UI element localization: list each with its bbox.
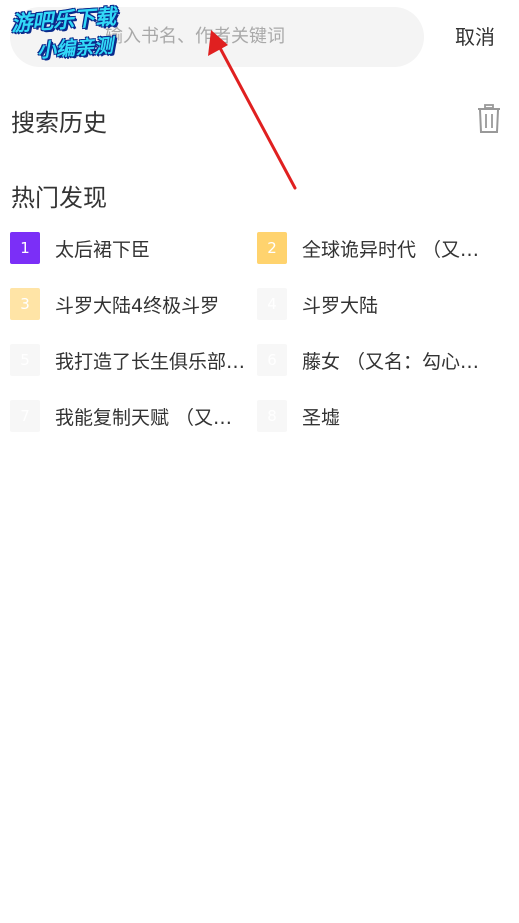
rank-badge: 7 (10, 400, 40, 432)
rank-badge: 2 (257, 232, 287, 264)
hot-item-title: 藤女 （又名：勾心斗角） (302, 350, 498, 373)
rank-badge: 3 (10, 288, 40, 320)
hot-item-title: 圣墟 (302, 406, 341, 429)
hot-item-5[interactable]: 5 我打造了长生俱乐部（又名） (10, 343, 256, 377)
rank-badge: 6 (257, 344, 287, 376)
hot-item-8[interactable]: 8 圣墟 (257, 399, 503, 433)
trash-icon[interactable] (477, 104, 501, 134)
hot-item-6[interactable]: 6 藤女 （又名：勾心斗角） (257, 343, 503, 377)
hot-item-title: 全球诡异时代 （又名：诡异入侵） (302, 238, 498, 261)
rank-badge: 1 (10, 232, 40, 264)
hot-item-title: 太后裙下臣 (55, 238, 151, 261)
hot-item-title: 我能复制天赋 （又名：无限） (55, 406, 251, 429)
hot-item-2[interactable]: 2 全球诡异时代 （又名：诡异入侵） (257, 231, 503, 265)
hot-item-1[interactable]: 1 太后裙下臣 (10, 231, 256, 265)
hot-item-title: 我打造了长生俱乐部（又名） (55, 350, 251, 373)
rank-badge: 5 (10, 344, 40, 376)
cancel-button[interactable]: 取消 (444, 7, 506, 67)
rank-badge: 8 (257, 400, 287, 432)
hot-item-4[interactable]: 4 斗罗大陆 (257, 287, 503, 321)
rank-badge: 4 (257, 288, 287, 320)
search-history-title: 搜索历史 (11, 109, 107, 137)
hot-item-title: 斗罗大陆4终极斗罗 (55, 294, 220, 317)
annotation-arrow (208, 30, 297, 190)
hot-item-3[interactable]: 3 斗罗大陆4终极斗罗 (10, 287, 256, 321)
hot-item-7[interactable]: 7 我能复制天赋 （又名：无限） (10, 399, 256, 433)
hot-item-title: 斗罗大陆 (302, 294, 379, 317)
hot-discovery-title: 热门发现 (11, 184, 107, 212)
watermark-logo: 游吧乐下载 小编亲测 (10, 0, 144, 66)
